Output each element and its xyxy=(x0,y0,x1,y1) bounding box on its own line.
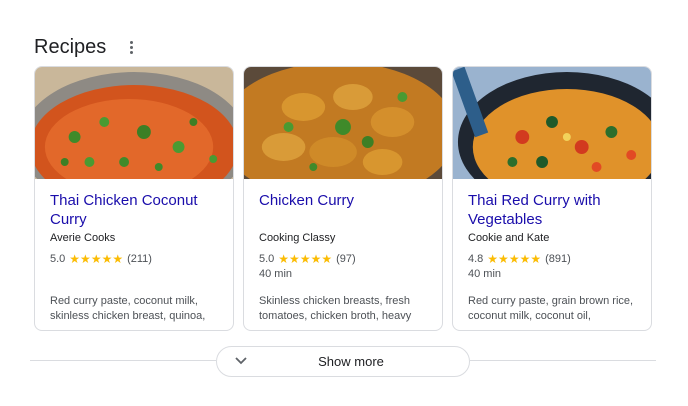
recipe-source: Cookie and Kate xyxy=(468,232,550,244)
recipe-source: Cooking Classy xyxy=(259,232,336,244)
review-count: (97) xyxy=(336,253,356,265)
recipe-title-link[interactable]: Thai Chicken Coconut Curry xyxy=(50,191,218,229)
rating-value: 4.8 xyxy=(468,253,484,265)
review-count: (211) xyxy=(127,253,152,265)
recipe-ingredients: Skinless chicken breasts, fresh tomatoes… xyxy=(259,295,412,322)
recipe-card[interactable]: Thai Red Curry with Vegetables Cookie an… xyxy=(452,66,652,331)
recipe-image xyxy=(453,67,651,179)
section-title: Recipes xyxy=(34,36,107,58)
show-more-button[interactable]: Show more xyxy=(216,346,470,377)
star-rating-icon: ★★★★★ xyxy=(69,252,124,266)
recipe-image xyxy=(35,67,233,179)
rating-value: 5.0 xyxy=(50,253,66,265)
chevron-down-icon xyxy=(235,357,247,365)
more-options-icon[interactable] xyxy=(124,37,138,57)
recipe-ingredients: Red curry paste, grain brown rice, cocon… xyxy=(468,295,634,322)
recipe-title-link[interactable]: Chicken Curry xyxy=(259,191,427,229)
rating-row: 4.8 ★★★★★ (891) xyxy=(468,252,636,266)
recipe-card[interactable]: Thai Chicken Coconut Curry Averie Cooks … xyxy=(34,66,234,331)
rating-row: 5.0 ★★★★★ (97) xyxy=(259,252,427,266)
recipe-source: Averie Cooks xyxy=(50,232,116,244)
review-count: (891) xyxy=(545,253,571,265)
recipes-header: Recipes xyxy=(34,34,138,60)
cook-time: 40 min xyxy=(259,268,293,280)
star-rating-icon: ★★★★★ xyxy=(278,252,333,266)
recipe-cards: Thai Chicken Coconut Curry Averie Cooks … xyxy=(34,66,652,331)
divider xyxy=(30,360,216,361)
recipe-title-link[interactable]: Thai Red Curry with Vegetables xyxy=(468,191,636,229)
divider xyxy=(470,360,656,361)
recipe-card[interactable]: Chicken Curry Cooking Classy 5.0 ★★★★★ (… xyxy=(243,66,443,331)
recipe-image xyxy=(244,67,442,179)
rating-row: 5.0 ★★★★★ (211) xyxy=(50,252,218,266)
cook-time: 40 min xyxy=(468,268,502,280)
show-more-label: Show more xyxy=(318,354,384,369)
star-rating-icon: ★★★★★ xyxy=(487,252,542,266)
rating-value: 5.0 xyxy=(259,253,275,265)
recipe-ingredients: Red curry paste, coconut milk, skinless … xyxy=(50,295,206,322)
